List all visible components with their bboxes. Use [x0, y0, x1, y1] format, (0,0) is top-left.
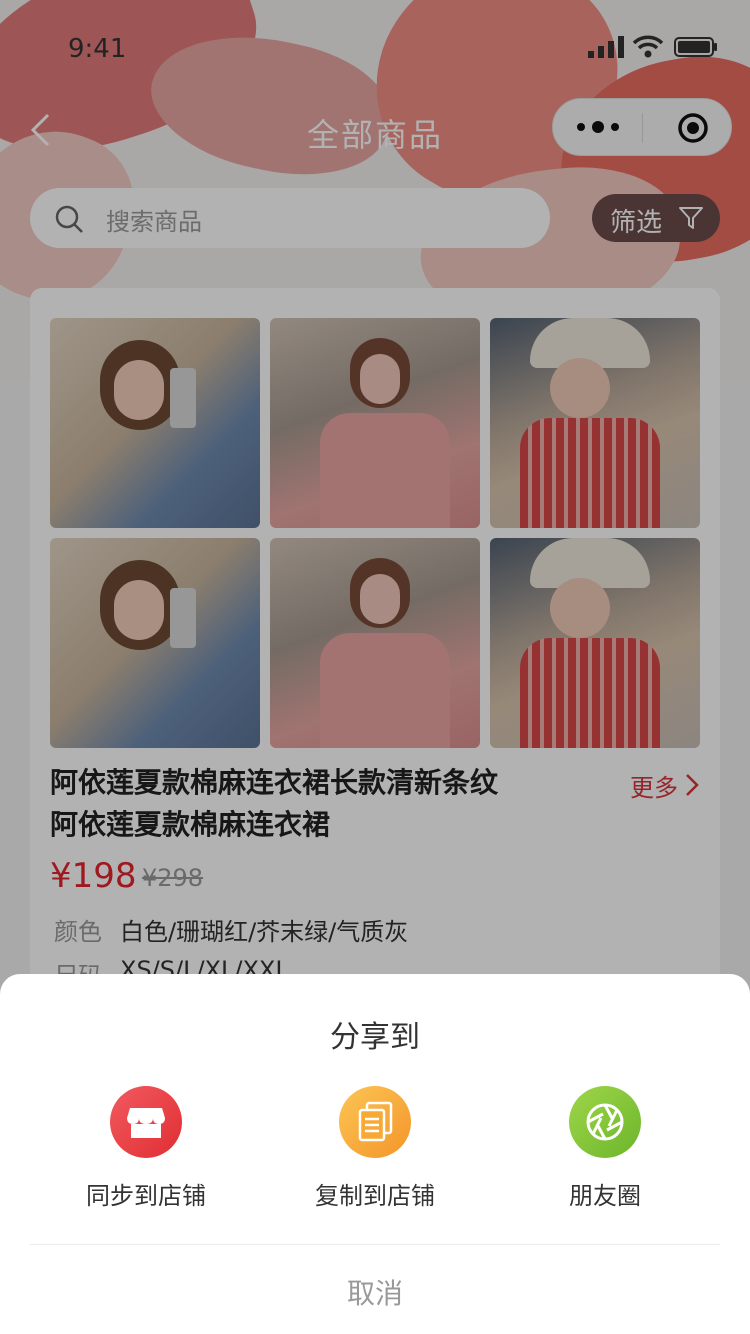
share-option-copy-store[interactable]: 复制到店铺 — [275, 1086, 475, 1216]
share-sheet: 分享到 同步到店铺 复制到店铺 朋友圈 取消 — [0, 974, 750, 1334]
share-option-moments[interactable]: 朋友圈 — [505, 1086, 705, 1216]
share-option-sync-store[interactable]: 同步到店铺 — [46, 1086, 246, 1216]
moments-icon — [569, 1086, 641, 1158]
cancel-button[interactable]: 取消 — [0, 1272, 750, 1312]
share-sheet-title: 分享到 — [330, 1020, 420, 1055]
copy-icon — [339, 1086, 411, 1158]
share-option-label: 复制到店铺 — [315, 1182, 435, 1210]
sheet-divider — [30, 1244, 720, 1245]
share-option-label: 同步到店铺 — [86, 1182, 206, 1210]
store-icon — [110, 1086, 182, 1158]
share-option-label: 朋友圈 — [569, 1182, 641, 1210]
